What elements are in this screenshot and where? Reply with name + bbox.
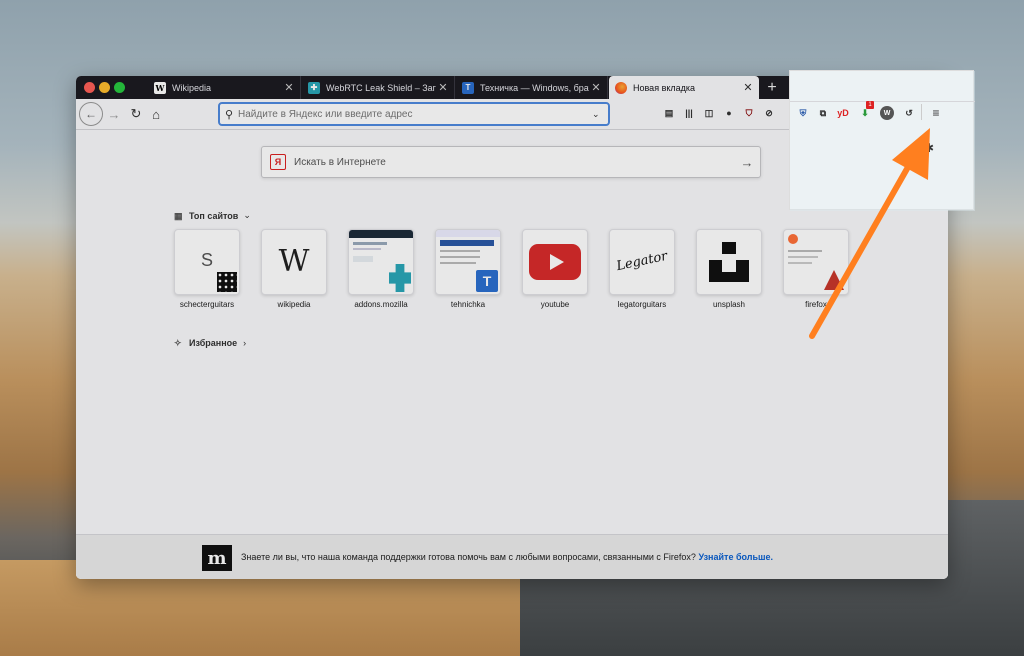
annotation-arrow bbox=[809, 128, 930, 339]
arrow-head-icon bbox=[892, 128, 930, 180]
